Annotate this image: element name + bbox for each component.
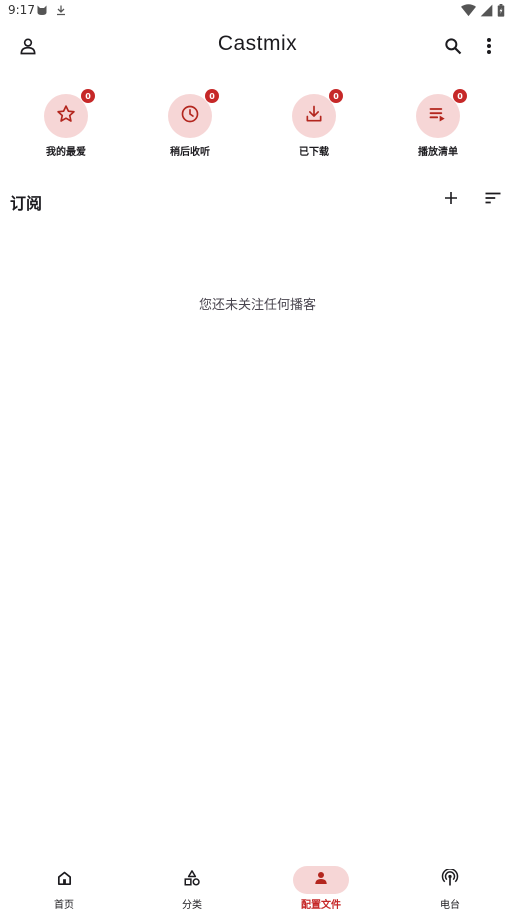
- profile-screen: 9:17 Castmix 0 我的最爱 0 稍后收听 0 已下载 0 播放清单 …: [0, 0, 515, 916]
- nav-label: 分类: [182, 900, 202, 911]
- nav-icon-container: [36, 866, 92, 894]
- nav-item-categories[interactable]: 分类: [128, 858, 256, 916]
- signal-icon: [480, 4, 493, 17]
- quick-actions: 0 我的最爱 0 稍后收听 0 已下载 0 播放清单: [0, 89, 515, 162]
- quick-action-downloaded[interactable]: 0 已下载: [269, 89, 359, 162]
- nav-label: 电台: [440, 900, 460, 911]
- count-badge: 0: [81, 89, 95, 103]
- add-subscription-button[interactable]: [434, 184, 468, 216]
- subscriptions-header: 订阅: [0, 184, 515, 216]
- add-icon: [443, 190, 459, 210]
- quick-action-circle: [44, 94, 88, 138]
- count-badge: 0: [453, 89, 467, 103]
- nav-item-profile[interactable]: 配置文件: [257, 858, 385, 916]
- nav-icon-container: [293, 866, 349, 894]
- wifi-icon: [461, 3, 476, 17]
- quick-action-label: 我的最爱: [46, 147, 86, 158]
- clock-icon: [180, 104, 200, 128]
- download-icon: [304, 104, 324, 128]
- battery-icon: [497, 3, 505, 17]
- star-outline-icon: [56, 104, 76, 128]
- nav-icon-container: [422, 866, 478, 894]
- category-shapes-icon: [183, 869, 201, 891]
- quick-action-circle: [416, 94, 460, 138]
- more-options-button[interactable]: [471, 30, 507, 66]
- quick-action-listen-later[interactable]: 0 稍后收听: [145, 89, 235, 162]
- cat-notification-icon: [36, 4, 48, 16]
- nav-icon-container: [164, 866, 220, 894]
- search-icon: [443, 36, 463, 60]
- quick-action-favorites[interactable]: 0 我的最爱: [21, 89, 111, 162]
- nav-item-home[interactable]: 首页: [0, 858, 128, 916]
- more-vert-icon: [486, 37, 492, 59]
- home-icon: [56, 870, 73, 891]
- status-time: 9:17: [8, 3, 35, 17]
- empty-subscriptions-message: 您还未关注任何播客: [198, 298, 316, 313]
- nav-label: 首页: [54, 900, 74, 911]
- bottom-navigation: 首页 分类 配置文件 电台: [0, 858, 515, 916]
- status-system-icons: [461, 3, 505, 17]
- nav-label: 配置文件: [301, 900, 341, 911]
- status-notification-icons: [36, 3, 67, 17]
- quick-action-circle: [168, 94, 212, 138]
- count-badge: 0: [205, 89, 219, 103]
- quick-action-label: 已下载: [299, 147, 329, 158]
- playlist-play-icon: [428, 104, 448, 128]
- sort-button[interactable]: [476, 184, 510, 216]
- sort-icon: [484, 190, 502, 210]
- quick-action-circle: [292, 94, 336, 138]
- status-bar: 9:17: [0, 0, 515, 22]
- person-icon: [313, 870, 329, 890]
- count-badge: 0: [329, 89, 343, 103]
- download-notification-icon: [55, 4, 67, 16]
- quick-action-playlist[interactable]: 0 播放清单: [393, 89, 483, 162]
- top-app-bar: Castmix: [0, 28, 515, 68]
- quick-action-label: 稍后收听: [170, 147, 210, 158]
- quick-action-label: 播放清单: [418, 147, 458, 158]
- search-button[interactable]: [435, 30, 471, 66]
- radio-tower-icon: [441, 868, 459, 891]
- nav-item-radio[interactable]: 电台: [386, 858, 514, 916]
- subscriptions-title: 订阅: [10, 194, 43, 213]
